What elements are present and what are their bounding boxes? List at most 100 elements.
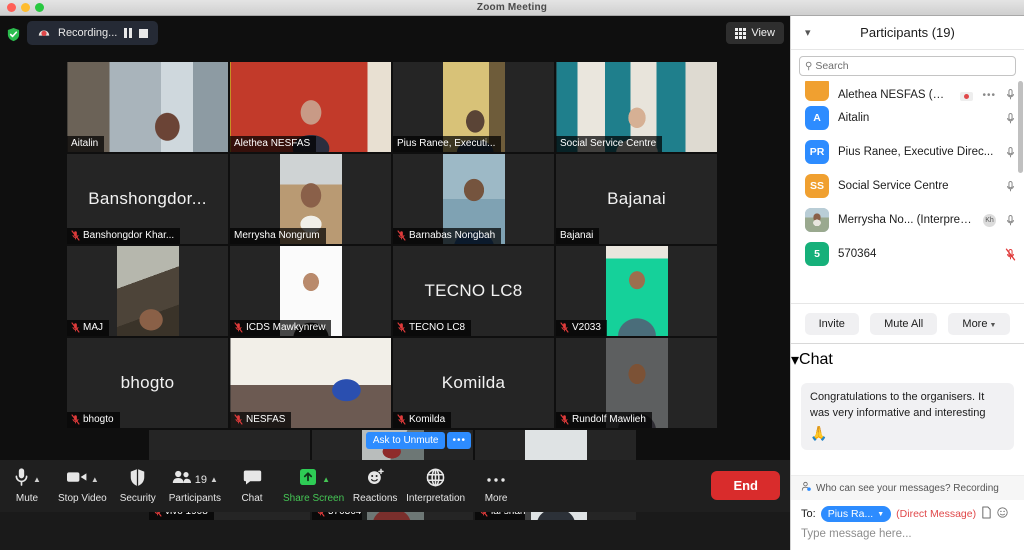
shield-check-icon[interactable]	[5, 26, 21, 42]
emoji-icon[interactable]	[997, 507, 1008, 521]
video-tile[interactable]: Aitalin	[67, 62, 228, 152]
video-tile[interactable]: Alethea NESFAS	[230, 62, 391, 152]
interpreter-language-badge: Kh	[983, 213, 996, 227]
right-side-panel: ▾ Participants (19) ⚲ Search Alethea NES…	[790, 16, 1024, 550]
invite-button[interactable]: Invite	[804, 312, 859, 335]
microphone-icon[interactable]	[1005, 180, 1016, 193]
video-tile[interactable]: ICDS Mawkynrew	[230, 246, 391, 336]
muted-microphone-icon	[397, 414, 406, 425]
avatar: A	[805, 106, 829, 130]
toolbar-chat-button[interactable]: Chat	[225, 460, 279, 512]
toolbar-item-label: More	[484, 492, 508, 504]
participant-name-label: TECNO LC8	[409, 322, 466, 333]
muted-microphone-icon[interactable]	[1005, 248, 1016, 261]
pause-recording-button[interactable]	[124, 28, 133, 38]
toolbar-interpretation-button[interactable]: Interpretation	[402, 460, 469, 512]
toolbar-more-button[interactable]: More	[469, 460, 523, 512]
more-button[interactable]: More ▼	[948, 312, 1011, 335]
video-tile[interactable]: Merrysha Nongrum	[230, 154, 391, 244]
video-tile[interactable]: Rundolf Mawlieh	[556, 338, 717, 428]
ask-to-unmute-button[interactable]: Ask to Unmute	[365, 432, 446, 449]
participant-row[interactable]: A Aitalin	[791, 101, 1024, 135]
microphone-icon[interactable]	[1005, 112, 1016, 125]
participants-list[interactable]: Alethea NESFAS (Host, me) ••• A Aitalin PR Pi…	[791, 81, 1024, 303]
video-tile[interactable]: TECNO LC8 TECNO LC8	[393, 246, 554, 336]
participant-name-bar: Bajanai	[556, 228, 600, 244]
participant-row[interactable]: PR Pius Ranee, Executive Direc...	[791, 135, 1024, 169]
toolbar-reactions-button[interactable]: Reactions	[348, 460, 402, 512]
end-meeting-button[interactable]: End	[711, 471, 780, 500]
participant-name-label: Aitalin	[71, 138, 99, 149]
chat-recipient-value: Pius Ra...	[827, 508, 874, 520]
participant-count: 19	[194, 473, 208, 486]
video-tile[interactable]: Banshongdor... Banshongdor Khar...	[67, 154, 228, 244]
stop-recording-button[interactable]	[139, 28, 149, 38]
participant-name-label: Social Service Centre	[560, 138, 657, 149]
video-tile[interactable]: bhogto bhogto	[67, 338, 228, 428]
chevron-up-icon[interactable]: ▲	[33, 475, 41, 484]
mute-all-button[interactable]: Mute All	[870, 312, 938, 335]
avatar	[805, 208, 829, 232]
video-tile[interactable]: Social Service Centre	[556, 62, 717, 152]
chat-message: Congratulations to the organisers. It wa…	[801, 383, 1014, 451]
window-titlebar: Zoom Meeting	[0, 0, 1024, 16]
toolbar-share-screen-button[interactable]: ▲ Share Screen	[279, 460, 348, 512]
microphone-icon[interactable]	[1005, 214, 1016, 227]
participant-name-label: Rundolf Mawlieh	[572, 414, 646, 425]
toolbar-participants-button[interactable]: 19 ▲ Participants	[165, 460, 225, 512]
tile-hover-controls: Ask to Unmute •••	[365, 432, 471, 449]
participant-more-button[interactable]: •••	[982, 90, 996, 101]
chevron-up-icon[interactable]: ▲	[91, 475, 99, 484]
file-icon[interactable]	[981, 506, 992, 522]
participant-name-label: MAJ	[83, 322, 103, 333]
search-placeholder: Search	[815, 60, 849, 72]
ellipsis-icon	[486, 471, 506, 489]
participant-name-bar: TECNO LC8	[393, 320, 472, 336]
participant-name-label: Alethea NESFAS	[234, 138, 311, 149]
participant-name-bar: MAJ	[67, 320, 109, 336]
video-gallery-row: bhogto bhogto NESFAS Komilda Komilda Rundolf …	[67, 338, 722, 428]
video-tile[interactable]: NESFAS	[230, 338, 391, 428]
participant-name-bar: Merrysha Nongrum	[230, 228, 326, 244]
meeting-topbar: Recording... View	[0, 16, 790, 52]
participants-scrollbar[interactable]	[1018, 81, 1023, 173]
participant-name-bar: Social Service Centre	[556, 136, 663, 152]
participant-name-label: Komilda	[409, 414, 446, 425]
participant-name-bar: NESFAS	[230, 412, 292, 428]
toolbar-item-label: Participants	[168, 492, 221, 504]
participant-name-bar: Banshongdor Khar...	[67, 228, 181, 244]
chevron-up-icon[interactable]: ▲	[322, 475, 330, 484]
participant-name: Alethea NESFAS (Host, me)	[838, 89, 951, 101]
chevron-up-icon[interactable]: ▲	[210, 475, 218, 484]
participant-name: Social Service Centre	[838, 180, 949, 192]
video-tile[interactable]: Barnabas Nongbah	[393, 154, 554, 244]
chat-privacy-notice[interactable]: Who can see your messages? Recording	[791, 475, 1024, 500]
search-input[interactable]: ⚲ Search	[799, 56, 1016, 76]
participant-row[interactable]: SS Social Service Centre	[791, 169, 1024, 203]
tile-more-button[interactable]: •••	[447, 432, 471, 449]
chevron-down-icon[interactable]: ▾	[805, 26, 811, 39]
view-button-label: View	[751, 27, 775, 39]
chat-recipient-dropdown[interactable]: Pius Ra... ▼	[820, 506, 892, 522]
toolbar-item-label: Share Screen	[283, 492, 345, 504]
chevron-down-icon[interactable]: ▾	[791, 350, 799, 370]
video-tile[interactable]: Pius Ranee, Executi...	[393, 62, 554, 152]
participant-name-bar: Komilda	[393, 412, 452, 428]
microphone-icon[interactable]	[1005, 88, 1016, 101]
microphone-icon[interactable]	[1005, 146, 1016, 159]
toolbar-mute-button[interactable]: ▲ Mute	[0, 460, 54, 512]
participant-row[interactable]: 5 570364	[791, 237, 1024, 271]
chevron-down-icon: ▼	[877, 510, 885, 518]
chat-message-input[interactable]: Type message here...	[791, 524, 1024, 550]
grid-icon	[735, 27, 747, 39]
video-tile[interactable]: MAJ	[67, 246, 228, 336]
video-tile[interactable]: V2033	[556, 246, 717, 336]
toolbar-stop-video-button[interactable]: ▲ Stop Video	[54, 460, 111, 512]
view-button[interactable]: View	[726, 22, 784, 44]
video-tile[interactable]: Bajanai Bajanai	[556, 154, 717, 244]
participant-row[interactable]: Alethea NESFAS (Host, me) •••	[791, 81, 1024, 101]
participant-row[interactable]: Merrysha No... (Interpreter) Kh	[791, 203, 1024, 237]
toolbar-security-button[interactable]: Security	[111, 460, 165, 512]
video-tile[interactable]: Komilda Komilda	[393, 338, 554, 428]
participant-name-bar: ICDS Mawkynrew	[230, 320, 332, 336]
